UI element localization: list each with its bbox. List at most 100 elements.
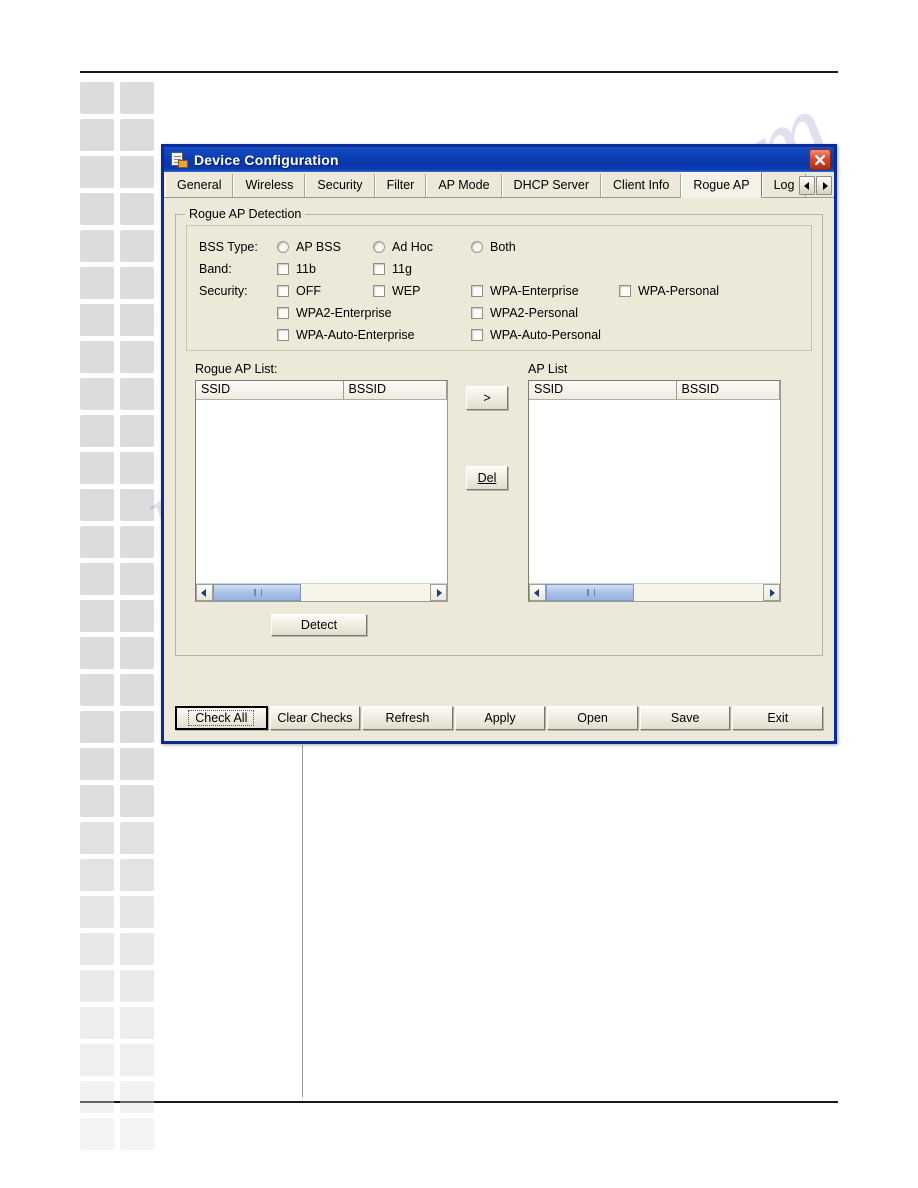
- tab-scroll-prev-icon[interactable]: [799, 176, 815, 195]
- close-icon[interactable]: [809, 149, 831, 170]
- ap-scroll-left-icon[interactable]: [529, 584, 546, 601]
- move-to-ap-list-button[interactable]: >: [466, 386, 508, 410]
- checkbox-wpa-enterprise-indicator[interactable]: [471, 284, 483, 297]
- margin-thumbnail-cell: [120, 415, 154, 447]
- tab-client-info[interactable]: Client Info: [601, 174, 682, 197]
- checkbox-wpa2-enterprise[interactable]: WPA2-Enterprise: [277, 306, 471, 320]
- checkbox-wpa2-personal[interactable]: WPA2-Personal: [471, 306, 619, 320]
- delete-button[interactable]: Del: [466, 466, 508, 490]
- margin-thumbnail-cell: [120, 1044, 154, 1076]
- tab-general[interactable]: General: [165, 174, 234, 197]
- delete-button-label: Del: [477, 471, 497, 485]
- clear-checks-button[interactable]: Clear Checks: [269, 706, 361, 730]
- checkbox-11g-indicator[interactable]: [373, 262, 385, 275]
- bss-type-label: BSS Type:: [199, 239, 258, 254]
- page-rule-bottom: [80, 1101, 838, 1103]
- security-label: Security:: [199, 283, 248, 298]
- ap-list-body[interactable]: [529, 400, 780, 601]
- ap-scroll-right-icon[interactable]: [763, 584, 780, 601]
- margin-thumbnail-cell: [120, 526, 154, 558]
- exit-button[interactable]: Exit: [732, 706, 824, 730]
- rogue-ap-listview[interactable]: SSID BSSID: [195, 380, 448, 602]
- rogue-ap-scroll-thumb[interactable]: [213, 584, 301, 601]
- tab-rogue-ap[interactable]: Rogue AP: [681, 172, 762, 198]
- checkbox-wpa-personal[interactable]: WPA-Personal: [619, 284, 749, 298]
- ap-hscrollbar[interactable]: [529, 583, 780, 601]
- refresh-button[interactable]: Refresh: [362, 706, 453, 730]
- checkbox-wep-indicator[interactable]: [373, 284, 385, 297]
- tab-ap-mode[interactable]: AP Mode: [426, 174, 502, 197]
- tab-scroll-next-icon[interactable]: [816, 176, 832, 195]
- margin-thumbnail-cell: [80, 748, 114, 780]
- checkbox-wpa-enterprise[interactable]: WPA-Enterprise: [471, 284, 619, 298]
- checkbox-wpa2-personal-indicator[interactable]: [471, 306, 483, 319]
- tab-security[interactable]: Security: [305, 174, 375, 197]
- checkbox-wpa2-enterprise-indicator[interactable]: [277, 306, 289, 319]
- radio-ap-bss-indicator[interactable]: [277, 240, 289, 253]
- rogue-ap-hscrollbar[interactable]: [196, 583, 447, 601]
- radio-ad-hoc[interactable]: Ad Hoc: [373, 240, 471, 254]
- callout-leader-line: [302, 745, 303, 1097]
- checkbox-wpa-auto-enterprise-indicator[interactable]: [277, 328, 289, 341]
- dialog-body: Rogue AP Detection BSS Type: AP BSS Ad H…: [164, 198, 834, 741]
- margin-thumbnail-cell: [80, 1118, 114, 1150]
- rogue-ap-col-ssid[interactable]: SSID: [196, 381, 344, 399]
- check-all-button[interactable]: Check All: [175, 706, 268, 730]
- apply-button[interactable]: Apply: [454, 706, 546, 730]
- radio-both-indicator[interactable]: [471, 240, 483, 253]
- margin-thumbnail-cell: [80, 267, 114, 299]
- radio-both-label: Both: [490, 239, 516, 254]
- margin-thumbnail-cell: [120, 674, 154, 706]
- margin-thumbnail-cell: [80, 822, 114, 854]
- margin-thumbnail-cell: [120, 859, 154, 891]
- ap-scroll-track[interactable]: [546, 584, 763, 601]
- margin-thumbnail-cell: [80, 378, 114, 410]
- ap-list-section: AP List SSID BSSID: [528, 362, 781, 602]
- rogue-ap-scroll-track[interactable]: [213, 584, 430, 601]
- checkbox-11g[interactable]: 11g: [373, 262, 471, 276]
- checkbox-off-indicator[interactable]: [277, 284, 289, 297]
- save-button[interactable]: Save: [639, 706, 731, 730]
- checkbox-wpa-auto-personal-label: WPA-Auto-Personal: [490, 327, 601, 342]
- radio-ap-bss[interactable]: AP BSS: [277, 240, 373, 254]
- margin-thumbnail-cell: [120, 452, 154, 484]
- ap-listview[interactable]: SSID BSSID: [528, 380, 781, 602]
- rogue-ap-scroll-left-icon[interactable]: [196, 584, 213, 601]
- checkbox-11b-label: 11b: [296, 261, 316, 276]
- security-row-1: Security: OFF WEP WPA-Enterprise WPA-Per…: [199, 280, 799, 301]
- ap-scroll-thumb[interactable]: [546, 584, 634, 601]
- margin-thumbnail-cell: [120, 267, 154, 299]
- rogue-ap-list-body[interactable]: [196, 400, 447, 601]
- rogue-ap-col-bssid[interactable]: BSSID: [343, 381, 447, 399]
- tab-dhcp-server[interactable]: DHCP Server: [501, 174, 602, 197]
- margin-thumbnail-cell: [80, 304, 114, 336]
- checkbox-wpa-auto-personal[interactable]: WPA-Auto-Personal: [471, 328, 619, 342]
- checkbox-wpa2-personal-label: WPA2-Personal: [490, 305, 578, 320]
- checkbox-wep-label: WEP: [392, 283, 421, 298]
- rogue-ap-scroll-right-icon[interactable]: [430, 584, 447, 601]
- margin-thumbnail-cell: [120, 785, 154, 817]
- checkbox-off-label: OFF: [296, 283, 321, 298]
- tab-wireless[interactable]: Wireless: [233, 174, 306, 197]
- radio-ad-hoc-indicator[interactable]: [373, 240, 385, 253]
- radio-both[interactable]: Both: [471, 240, 619, 254]
- margin-thumbnail-cell: [80, 1044, 114, 1076]
- margin-thumbnail-cell: [80, 711, 114, 743]
- detect-button[interactable]: Detect: [271, 614, 367, 636]
- checkbox-wpa-personal-indicator[interactable]: [619, 284, 631, 297]
- margin-thumbnail-cell: [120, 822, 154, 854]
- checkbox-wep[interactable]: WEP: [373, 284, 471, 298]
- ap-col-bssid[interactable]: BSSID: [676, 381, 780, 399]
- checkbox-wpa-auto-personal-indicator[interactable]: [471, 328, 483, 341]
- open-button[interactable]: Open: [547, 706, 638, 730]
- checkbox-off[interactable]: OFF: [277, 284, 373, 298]
- checkbox-wpa-auto-enterprise[interactable]: WPA-Auto-Enterprise: [277, 328, 471, 342]
- ap-col-ssid[interactable]: SSID: [529, 381, 677, 399]
- rogue-ap-list-header: SSID BSSID: [196, 381, 447, 400]
- margin-thumbnail-cell: [120, 1081, 154, 1113]
- checkbox-11b-indicator[interactable]: [277, 262, 289, 275]
- checkbox-11b[interactable]: 11b: [277, 262, 373, 276]
- margin-thumbnail-cell: [120, 933, 154, 965]
- dialog-titlebar[interactable]: Device Configuration: [161, 144, 837, 172]
- tab-filter[interactable]: Filter: [374, 174, 427, 197]
